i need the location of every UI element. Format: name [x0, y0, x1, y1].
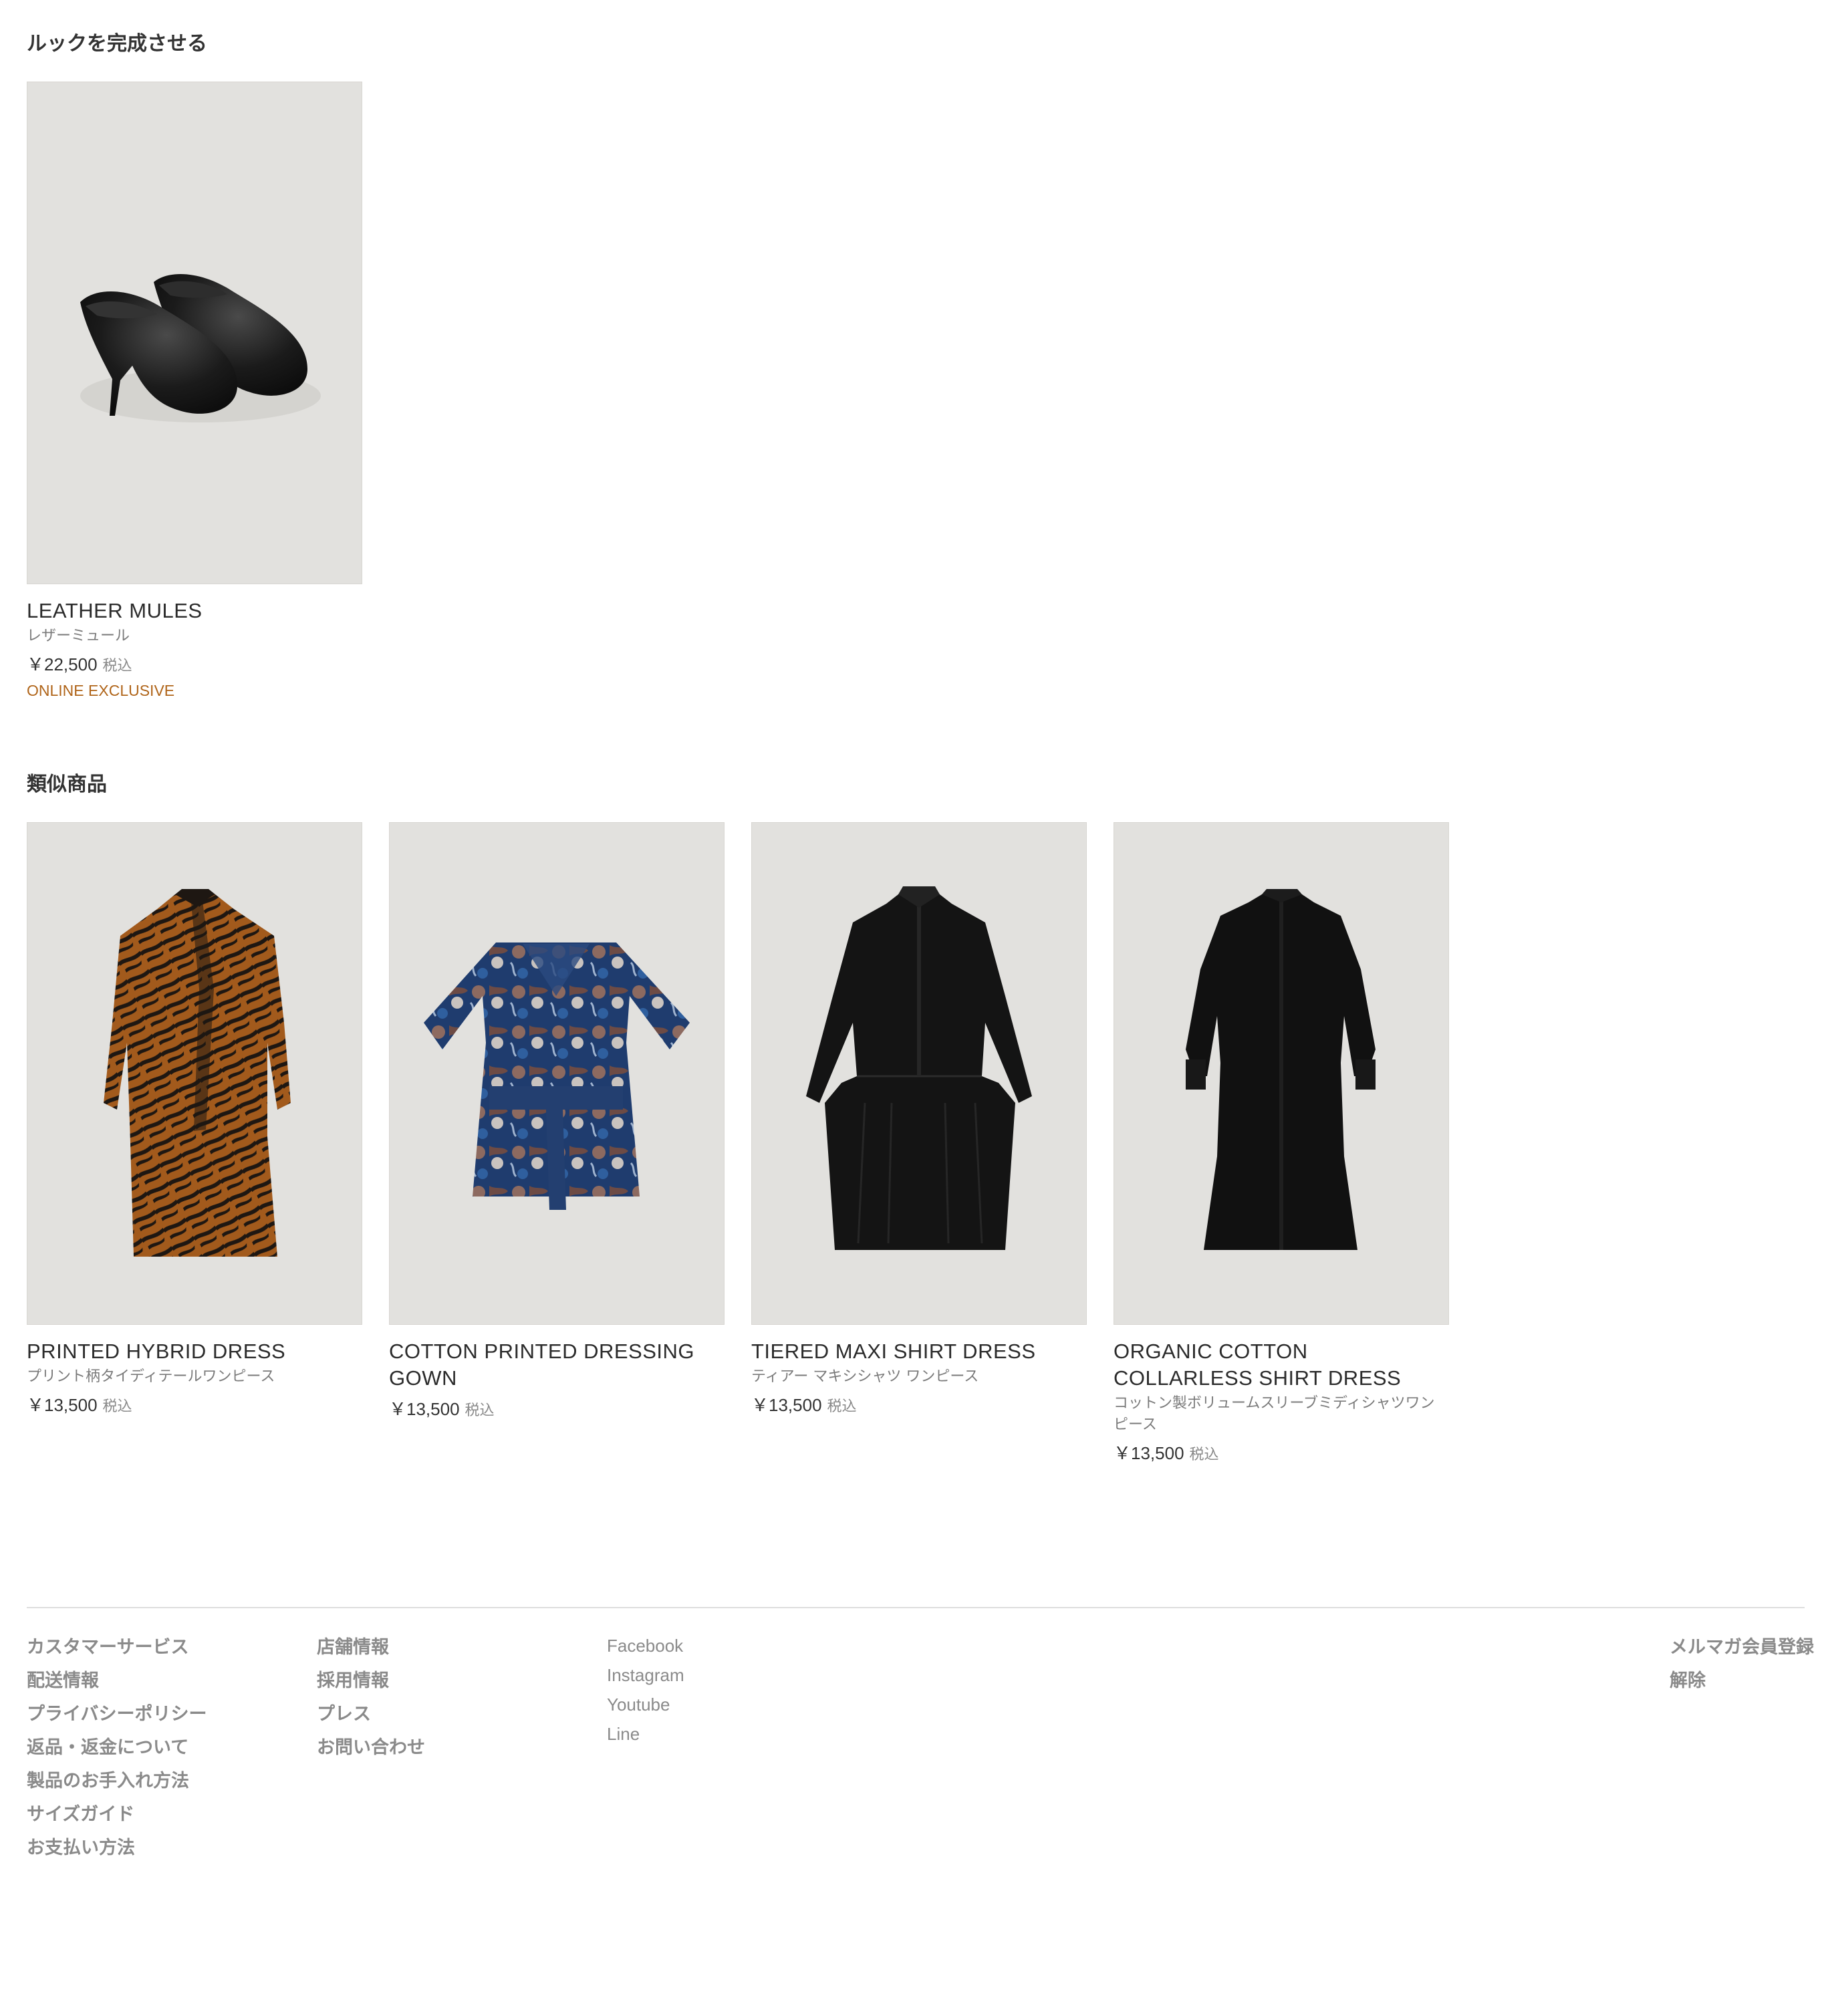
tax-label: 税込: [465, 1402, 495, 1419]
price-row: ￥13,500 税込: [27, 1393, 362, 1420]
product-name[interactable]: ORGANIC COTTON COLLARLESS SHIRT DRESS: [1114, 1338, 1449, 1392]
product-price: ￥13,500: [1114, 1443, 1184, 1463]
product-price: ￥22,500: [27, 654, 98, 674]
product-image-cotton-printed-dressing-gown[interactable]: [389, 822, 725, 1325]
product-subtitle: プリント柄タイディテールワンピース: [27, 1368, 275, 1385]
footer-link-newsletter-signup[interactable]: メルマガ会員登録: [1670, 1631, 1814, 1664]
price-row: ￥13,500 税込: [751, 1393, 1087, 1420]
product-price: ￥13,500: [27, 1395, 98, 1415]
tax-label: 税込: [102, 658, 132, 674]
footer-link-privacy-policy[interactable]: プライバシーポリシー: [27, 1698, 207, 1731]
footer-link-press[interactable]: プレス: [317, 1698, 425, 1731]
product-name[interactable]: PRINTED HYBRID DRESS: [27, 1338, 362, 1365]
product-subtitle: コットン製ボリュームスリーブミディシャツワンピース: [1114, 1395, 1435, 1433]
product-card-organic-cotton-collarless-shirt-dress[interactable]: ORGANIC COTTON COLLARLESS SHIRT DRESS コッ…: [1114, 822, 1449, 1468]
footer-link-stores[interactable]: 店舗情報: [317, 1631, 425, 1664]
footer-link-instagram[interactable]: Instagram: [607, 1660, 684, 1690]
footer-divider: [27, 1607, 1805, 1608]
price-row: ￥22,500 税込: [27, 652, 362, 679]
footer-link-line[interactable]: Line: [607, 1719, 684, 1749]
footer-newsletter-links: メルマガ会員登録 解除: [1670, 1631, 1814, 1698]
tax-label: 税込: [1189, 1446, 1219, 1463]
online-exclusive-badge: ONLINE EXCLUSIVE: [27, 682, 175, 699]
footer-link-shipping[interactable]: 配送情報: [27, 1664, 207, 1698]
collarless-shirt-dress-illustration: [1186, 889, 1376, 1250]
price-row: ￥13,500 税込: [389, 1397, 725, 1424]
footer-social-links: Facebook Instagram Youtube Line: [607, 1631, 684, 1749]
footer-customer-links: カスタマーサービス 配送情報 プライバシーポリシー 返品・返金について 製品のお…: [27, 1631, 207, 1865]
product-card-cotton-printed-dressing-gown[interactable]: COTTON PRINTED DRESSING GOWN ￥13,500 税込: [389, 822, 725, 1468]
footer-link-contact[interactable]: お問い合わせ: [317, 1731, 425, 1765]
product-name[interactable]: LEATHER MULES: [27, 598, 362, 624]
footer-link-returns[interactable]: 返品・返金について: [27, 1731, 207, 1765]
similar-items-title: 類似商品: [27, 773, 107, 796]
tiered-shirt-dress-illustration: [806, 886, 1032, 1250]
tax-label: 税込: [827, 1398, 857, 1415]
product-card-leather-mules[interactable]: LEATHER MULES レザーミュール ￥22,500 税込 ONLINE E…: [27, 82, 362, 702]
product-subtitle: ティアー マキシシャツ ワンピース: [751, 1368, 979, 1385]
product-image-tiered-maxi-shirt-dress[interactable]: [751, 822, 1087, 1325]
price-row: ￥13,500 税込: [1114, 1441, 1449, 1468]
product-price: ￥13,500: [751, 1395, 822, 1415]
footer-link-size-guide[interactable]: サイズガイド: [27, 1798, 207, 1832]
product-price: ￥13,500: [389, 1399, 460, 1419]
footer-store-links: 店舗情報 採用情報 プレス お問い合わせ: [317, 1631, 425, 1765]
footer-link-youtube[interactable]: Youtube: [607, 1690, 684, 1719]
footer-link-unsubscribe[interactable]: 解除: [1670, 1664, 1706, 1698]
complete-look-grid: LEATHER MULES レザーミュール ￥22,500 税込 ONLINE E…: [27, 82, 362, 702]
product-image-printed-hybrid-dress[interactable]: [27, 822, 362, 1325]
product-image-leather-mules[interactable]: [27, 82, 362, 584]
product-card-tiered-maxi-shirt-dress[interactable]: TIERED MAXI SHIRT DRESS ティアー マキシシャツ ワンピー…: [751, 822, 1087, 1468]
dressing-gown-illustration: [424, 942, 690, 1210]
product-name[interactable]: TIERED MAXI SHIRT DRESS: [751, 1338, 1087, 1365]
footer-link-careers[interactable]: 採用情報: [317, 1664, 425, 1698]
product-image-organic-cotton-collarless-shirt-dress[interactable]: [1114, 822, 1449, 1325]
tax-label: 税込: [102, 1398, 132, 1415]
footer-link-customer-service[interactable]: カスタマーサービス: [27, 1631, 207, 1664]
similar-items-grid: PRINTED HYBRID DRESS プリント柄タイディテールワンピース ￥…: [27, 822, 1449, 1468]
leather-mules-illustration: [80, 274, 321, 422]
footer-link-payment[interactable]: お支払い方法: [27, 1832, 207, 1865]
footer-link-facebook[interactable]: Facebook: [607, 1631, 684, 1660]
product-name[interactable]: COTTON PRINTED DRESSING GOWN: [389, 1338, 725, 1392]
product-card-printed-hybrid-dress[interactable]: PRINTED HYBRID DRESS プリント柄タイディテールワンピース ￥…: [27, 822, 362, 1468]
footer-link-product-care[interactable]: 製品のお手入れ方法: [27, 1765, 207, 1798]
product-subtitle: レザーミュール: [27, 628, 130, 644]
complete-look-title: ルックを完成させる: [27, 32, 207, 55]
printed-hybrid-dress-illustration: [104, 889, 291, 1257]
